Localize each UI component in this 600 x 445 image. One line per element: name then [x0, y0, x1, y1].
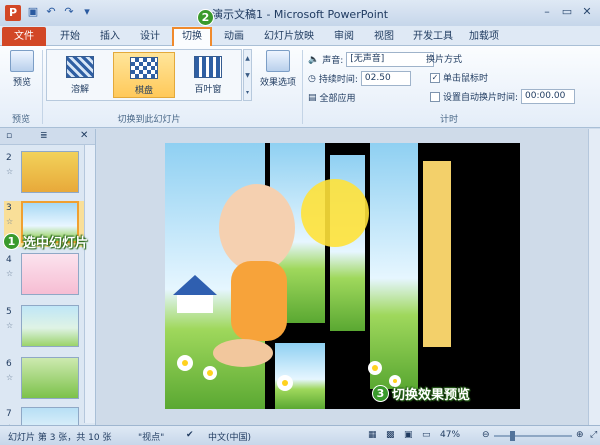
group-label-transition: 切换到此幻灯片: [117, 115, 181, 125]
slide-image: [21, 357, 79, 399]
slide-sorter-icon[interactable]: ▩: [386, 430, 395, 440]
ribbon-tabs: 文件 开始 插入 设计 切换 动画 幻灯片放映 审阅 视图 开发工具 加载项: [0, 26, 600, 46]
slide-thumbnail[interactable]: 6 ☆: [4, 357, 94, 403]
zoom-in-icon[interactable]: ⊕: [576, 430, 584, 440]
thumbnail-scrollbar[interactable]: [84, 145, 95, 423]
tab-addins[interactable]: 加载项: [462, 27, 506, 46]
on-click-option[interactable]: ✓ 单击鼠标时: [430, 71, 488, 84]
group-label-preview: 预览: [11, 115, 30, 125]
tab-design[interactable]: 设计: [132, 27, 168, 46]
tab-transitions[interactable]: 切换: [172, 27, 212, 46]
effect-options-button[interactable]: 效果选项: [256, 50, 300, 88]
preview-icon: [10, 50, 34, 72]
outline-tab-icon[interactable]: ▫: [6, 131, 12, 141]
on-click-checkbox[interactable]: ✓: [430, 72, 440, 83]
apply-all-button[interactable]: ▤ 全部应用: [308, 91, 356, 105]
apply-all-icon: ▤: [308, 92, 317, 103]
zoom-level[interactable]: 47%: [440, 430, 460, 440]
zoom-out-icon[interactable]: ⊖: [482, 430, 490, 440]
transition-star-icon: ☆: [6, 167, 14, 176]
transition-star-icon: ☆: [6, 321, 14, 330]
slide-thumbnail[interactable]: 5 ☆: [4, 305, 94, 351]
dissolve-icon: [66, 56, 94, 78]
tab-insert[interactable]: 插入: [92, 27, 128, 46]
tab-slideshow[interactable]: 幻灯片放映: [256, 27, 322, 46]
tab-file[interactable]: 文件: [2, 27, 46, 46]
callout-effect-preview: 3 切换效果预览: [372, 384, 470, 403]
editing-scrollbar[interactable]: [588, 129, 600, 425]
spellcheck-icon[interactable]: ✔: [186, 430, 194, 440]
status-bar: 幻灯片 第 3 张，共 10 张 "视点" ✔ 中文(中国) ▦ ▩ ▣ ▭ 4…: [0, 425, 600, 445]
tab-home[interactable]: 开始: [52, 27, 88, 46]
tab-review[interactable]: 审阅: [326, 27, 362, 46]
duration-input[interactable]: 02.50: [360, 71, 411, 86]
zoom-slider-thumb[interactable]: [509, 431, 515, 441]
normal-view-icon[interactable]: ▦: [368, 430, 377, 440]
transition-star-icon: ☆: [6, 217, 14, 226]
slideshow-icon[interactable]: ▭: [422, 430, 431, 440]
sound-select[interactable]: [无声音]: [346, 52, 435, 67]
window-title: 演示文稿1 - Microsoft PowerPoint: [211, 8, 389, 21]
callout-transitions-tab: 2: [197, 9, 214, 26]
divider: [42, 50, 43, 124]
gallery-scroll[interactable]: ▲ ▼ ▾: [243, 49, 252, 101]
advance-title: 换片方式: [426, 55, 463, 65]
checkerboard-icon: [130, 57, 158, 79]
close-icon[interactable]: ✕: [576, 3, 598, 21]
slide-editing-area: [97, 129, 600, 425]
sound-row: 🔈 声音: [无声音]: [308, 52, 435, 67]
fit-window-icon[interactable]: ⤢: [590, 430, 597, 440]
tab-developer[interactable]: 开发工具: [408, 27, 458, 46]
transition-dissolve[interactable]: 溶解: [49, 52, 111, 98]
after-time-option[interactable]: 设置自动换片时间: 00:00.00: [430, 89, 576, 104]
ribbon: 预览 预览 溶解 棋盘 百叶窗 ▲ ▼ ▾ 切换到此幻灯片 效果选项 🔈 声音: […: [0, 46, 600, 128]
group-label-timing: 计时: [439, 115, 458, 125]
transition-gallery: 溶解 棋盘 百叶窗: [46, 49, 242, 101]
transition-checkerboard[interactable]: 棋盘: [113, 52, 175, 98]
slide-image: [21, 305, 79, 347]
language[interactable]: 中文(中国): [208, 430, 251, 443]
duration-row: ◷ 持续时间: 02.50: [308, 71, 411, 86]
divider: [302, 50, 303, 124]
reading-view-icon[interactable]: ▣: [404, 430, 413, 440]
slides-tab-icon[interactable]: ≣: [40, 131, 48, 141]
tab-animations[interactable]: 动画: [216, 27, 252, 46]
title-bar: P ▣ ↶ ↷ ▾ 演示文稿1 - Microsoft PowerPoint –…: [0, 0, 600, 26]
slide-transition-preview: [165, 143, 520, 409]
tab-view[interactable]: 视图: [366, 27, 402, 46]
preview-button[interactable]: 预览: [6, 50, 38, 88]
transition-star-icon: ☆: [6, 269, 14, 278]
theme-name: "视点": [138, 433, 165, 443]
after-time-input[interactable]: 00:00.00: [521, 89, 576, 104]
preview-label: 预览: [12, 78, 31, 88]
slide-image: [21, 151, 79, 193]
slide-thumbnail[interactable]: 2 ☆: [4, 151, 94, 197]
transition-star-icon: ☆: [6, 373, 14, 382]
maximize-icon[interactable]: ▭: [556, 3, 578, 21]
blinds-icon: [194, 56, 222, 78]
transition-blinds[interactable]: 百叶窗: [177, 52, 239, 98]
slide-image: [21, 253, 79, 295]
after-time-checkbox[interactable]: [430, 91, 440, 102]
clock-icon: ◷: [308, 73, 316, 84]
zoom-slider[interactable]: [494, 431, 572, 441]
speaker-icon: 🔈: [308, 54, 320, 65]
slide-thumbnail-panel: ▫ ≣ ✕ 2 ☆ 3 ☆ 4 ☆ 5 ☆ 6 ☆ 7 ☆: [0, 129, 96, 425]
effect-options-icon: [266, 50, 290, 72]
slide-count: 幻灯片 第 3 张，共 10 张: [8, 433, 112, 443]
effect-options-label: 效果选项: [259, 78, 296, 88]
panel-tabs: ▫ ≣ ✕: [0, 129, 95, 145]
callout-select-slide: 1 选中幻灯片: [3, 232, 88, 251]
minimize-icon[interactable]: –: [536, 3, 558, 21]
transition-preview-graphic: [165, 143, 520, 409]
slide-thumbnail[interactable]: 4 ☆: [4, 253, 94, 299]
close-panel-icon[interactable]: ✕: [80, 130, 88, 141]
slide-image: [21, 407, 79, 425]
slide-thumbnail[interactable]: 7 ☆: [4, 407, 94, 425]
